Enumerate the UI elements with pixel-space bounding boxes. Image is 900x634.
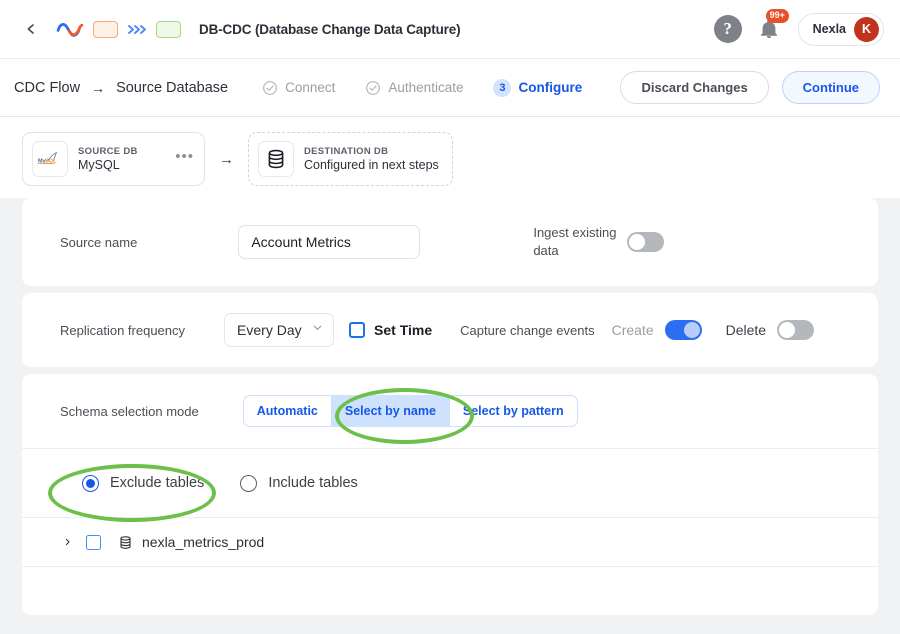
breadcrumb-root[interactable]: CDC Flow: [14, 80, 80, 96]
radio-exclude-tables[interactable]: Exclude tables: [82, 474, 205, 492]
table-list-footer: [22, 567, 878, 615]
step-number: 3: [493, 78, 512, 97]
step-label-configure: Configure: [518, 80, 583, 95]
step-label-authenticate: Authenticate: [388, 80, 464, 95]
toggle-knob: [779, 322, 796, 338]
create-events-toggle[interactable]: [664, 320, 702, 340]
table-checkbox[interactable]: [86, 534, 101, 550]
step-label-connect: Connect: [285, 80, 336, 95]
ingest-existing-label-line1: Ingest existing: [533, 225, 617, 241]
source-db-name: MySQL: [78, 158, 120, 172]
top-bar: DB-CDC (Database Change Data Capture) ? …: [0, 0, 900, 59]
schema-card: Schema selection mode Automatic Select b…: [22, 374, 878, 615]
step-configure[interactable]: 3 Configure: [493, 78, 583, 97]
source-name-label: Source name: [60, 234, 138, 250]
user-menu[interactable]: Nexla K: [797, 12, 884, 46]
destination-db-name: Configured in next steps: [304, 158, 439, 172]
schema-selection-segmented-control: Automatic Select by name Select by patte…: [242, 394, 578, 428]
table-row[interactable]: nexla_metrics_prod: [56, 534, 264, 550]
app-root: DB-CDC (Database Change Data Capture) ? …: [0, 0, 900, 634]
back-button[interactable]: [18, 16, 44, 42]
step-connect[interactable]: Connect: [262, 80, 335, 96]
page-title: DB-CDC (Database Change Data Capture): [199, 21, 461, 37]
schema-selection-row: Schema selection mode Automatic Select b…: [22, 374, 878, 448]
discard-changes-button[interactable]: Discard Changes: [620, 71, 769, 104]
check-circle-icon: [366, 80, 381, 95]
wizard-actions: Discard Changes Continue: [620, 71, 880, 104]
table-name: nexla_metrics_prod: [142, 534, 265, 550]
source-db-text: SOURCE DB MySQL: [78, 146, 138, 172]
exclude-tables-label: Exclude tables: [110, 475, 205, 491]
wizard-steps: Connect Authenticate 3 Configure: [262, 78, 583, 97]
source-db-card[interactable]: My SQL SOURCE DB MySQL •••: [22, 132, 205, 186]
chevron-right-icon[interactable]: [56, 536, 78, 548]
strip-arrow-icon: →: [219, 150, 234, 168]
ingest-existing-label-line2: data: [533, 243, 559, 258]
breadcrumb-chip-green[interactable]: [156, 20, 181, 38]
toggle-knob: [629, 234, 646, 250]
destination-db-card[interactable]: DESTINATION DB Configured in next steps: [248, 132, 453, 186]
set-time-label: Set Time: [374, 322, 433, 338]
capture-change-events-label: Capture change events: [460, 322, 595, 338]
notifications-button[interactable]: 99+: [756, 9, 789, 43]
set-time-checkbox[interactable]: [349, 322, 366, 338]
schema-selection-label: Schema selection mode: [60, 403, 199, 419]
breadcrumb-current: Source Database: [116, 79, 229, 96]
breadcrumb-arrow-icon: →: [91, 79, 106, 96]
destination-db-kicker: DESTINATION DB: [304, 146, 389, 157]
source-db-kicker: SOURCE DB: [78, 146, 138, 157]
help-button[interactable]: ?: [713, 15, 742, 43]
breadcrumb-step-bar: CDC Flow → Source Database Connect Authe…: [0, 59, 900, 117]
notification-badge: 99+: [765, 9, 789, 23]
ingest-existing-label: Ingest existing data: [533, 224, 625, 259]
database-icon: [258, 141, 294, 177]
table-mode-radio-group: Exclude tables Include tables: [82, 474, 358, 492]
user-name: Nexla: [812, 22, 846, 36]
replication-frequency-value: Every Day: [237, 322, 302, 338]
config-form: Source name Ingest existing data Replica…: [0, 198, 900, 615]
breadcrumb-chip-orange[interactable]: [93, 20, 118, 38]
source-name-card: Source name Ingest existing data: [22, 198, 878, 286]
mysql-logo-icon: My SQL: [32, 141, 68, 177]
topbar-actions: ? 99+ Nexla K: [713, 9, 884, 46]
replication-card: Replication frequency Every Day Set Time…: [22, 293, 878, 367]
replication-frequency-label: Replication frequency: [60, 322, 186, 338]
replication-frequency-select[interactable]: Every Day: [224, 313, 335, 347]
table-list: nexla_metrics_prod: [22, 518, 878, 566]
nexla-zigzag-logo-icon[interactable]: [56, 19, 84, 39]
check-circle-icon: [263, 80, 278, 95]
triple-chevron-right-icon[interactable]: [127, 24, 147, 35]
destination-db-text: DESTINATION DB Configured in next steps: [304, 146, 439, 172]
include-tables-label: Include tables: [268, 475, 358, 491]
ingest-existing-toggle[interactable]: [627, 232, 665, 252]
avatar: K: [854, 16, 879, 42]
chevron-down-icon: [311, 321, 324, 339]
breadcrumb-icons: [56, 19, 181, 39]
continue-button[interactable]: Continue: [781, 71, 880, 104]
radio-indicator: [240, 474, 258, 492]
db-strip: My SQL SOURCE DB MySQL ••• → DESTINATION…: [0, 117, 900, 198]
toggle-knob: [683, 322, 700, 338]
radio-indicator: [82, 474, 99, 492]
delete-label: Delete: [725, 322, 767, 338]
radio-include-tables[interactable]: Include tables: [240, 474, 358, 492]
source-db-menu-icon[interactable]: •••: [175, 149, 194, 169]
create-label: Create: [611, 322, 654, 338]
database-icon: [118, 535, 133, 550]
schema-mode-automatic[interactable]: Automatic: [244, 395, 332, 427]
delete-events-toggle[interactable]: [777, 320, 815, 340]
table-mode-row: Exclude tables Include tables: [22, 449, 878, 517]
source-name-input[interactable]: [238, 225, 421, 259]
schema-mode-select-by-pattern[interactable]: Select by pattern: [450, 396, 577, 427]
step-authenticate[interactable]: Authenticate: [365, 80, 463, 96]
schema-mode-select-by-name[interactable]: Select by name: [331, 395, 450, 427]
